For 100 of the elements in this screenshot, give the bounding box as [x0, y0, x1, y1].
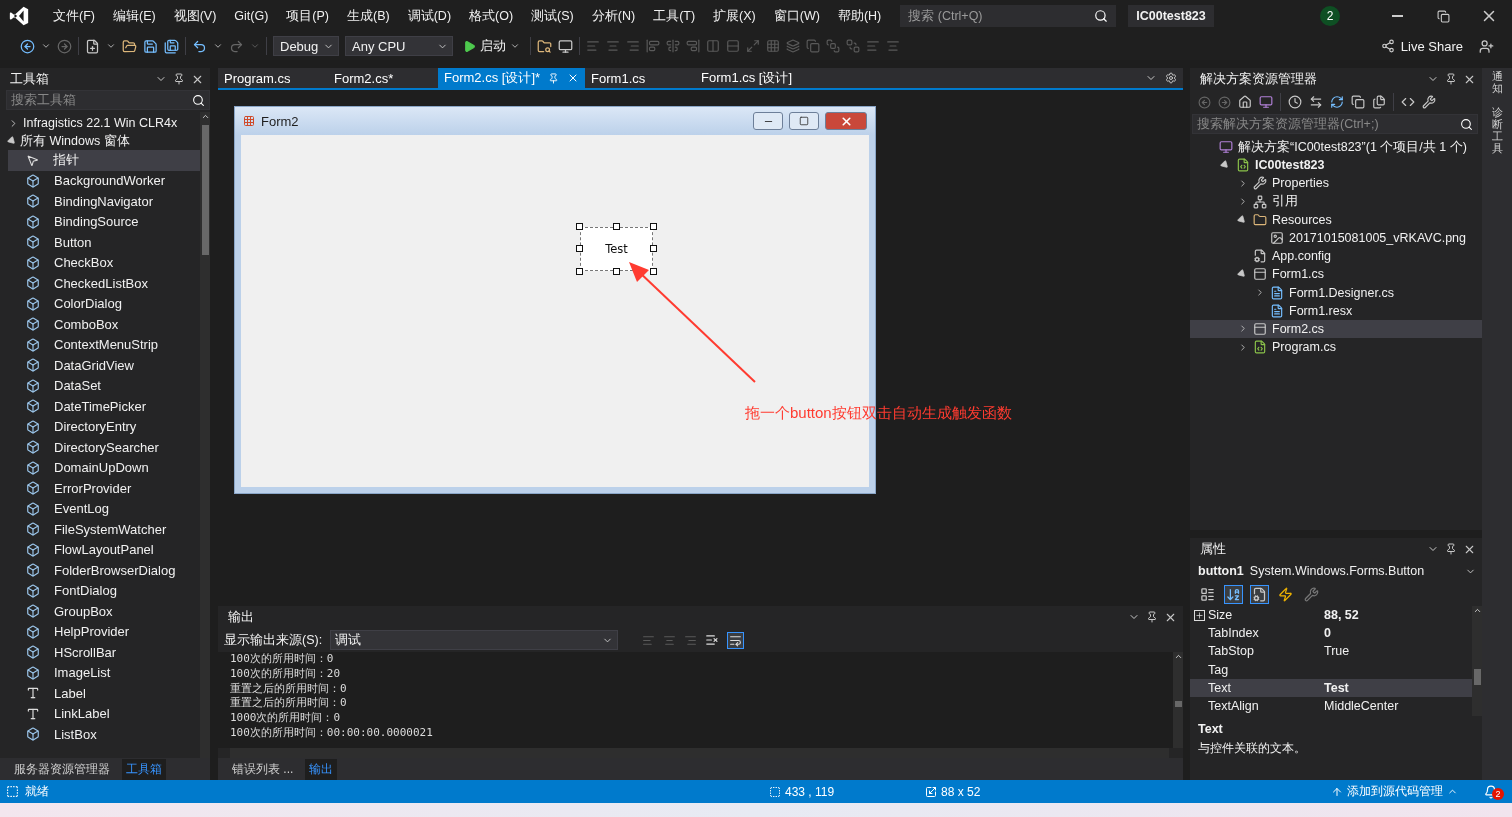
toolbox-item[interactable]: DirectorySearcher — [8, 437, 200, 458]
property-name[interactable]: TabStop — [1208, 644, 1324, 659]
tree-item[interactable]: Resources — [1190, 210, 1482, 229]
panel-tab[interactable]: 输出 — [305, 758, 338, 780]
property-value[interactable]: MiddleCenter — [1324, 699, 1472, 714]
editor-tab[interactable]: Form1.cs [设计] — [695, 68, 806, 88]
scroll-thumb[interactable] — [201, 125, 209, 255]
property-value[interactable]: 0 — [1324, 626, 1472, 641]
send-back-icon[interactable] — [846, 39, 860, 53]
word-wrap-button[interactable] — [727, 631, 745, 649]
search-field[interactable]: 搜索工具箱 — [6, 90, 210, 110]
caret-icon[interactable] — [106, 41, 116, 51]
toolbox-item[interactable]: BackgroundWorker — [8, 170, 200, 191]
toolbox-item[interactable]: ListBox — [8, 724, 200, 745]
resize-handle[interactable] — [650, 223, 657, 230]
menu-item[interactable]: 工具(T) — [644, 7, 705, 25]
test-button[interactable]: Test — [580, 227, 653, 271]
toolbox-item[interactable]: FlowLayoutPanel — [8, 539, 200, 560]
scroll-thumb[interactable] — [1174, 701, 1182, 707]
history-icon[interactable] — [1288, 95, 1302, 109]
toolbox-item[interactable]: BindingNavigator — [8, 191, 200, 212]
property-row[interactable]: TabStop True — [1190, 642, 1472, 661]
tree-item[interactable]: Program.cs — [1190, 338, 1482, 357]
toolbox-group[interactable]: 所有 Windows 窗体 — [8, 132, 200, 150]
menu-item[interactable]: 格式(O) — [460, 7, 523, 25]
refresh-icon[interactable] — [1330, 95, 1344, 109]
undo-icon[interactable] — [192, 38, 207, 54]
toolbox-item[interactable]: ComboBox — [8, 314, 200, 335]
redo-icon[interactable] — [229, 38, 244, 54]
property-value[interactable]: 88, 52 — [1324, 608, 1472, 623]
resize-handle[interactable] — [650, 245, 657, 252]
toolbox-item[interactable]: DataGridView — [8, 355, 200, 376]
property-row[interactable]: Tag — [1190, 660, 1472, 679]
property-name[interactable]: Text — [1208, 680, 1324, 695]
show-all-files-icon[interactable] — [1372, 95, 1386, 109]
toolbox-item[interactable]: GroupBox — [8, 601, 200, 622]
back-icon[interactable] — [20, 38, 35, 54]
resize-handle[interactable] — [613, 268, 620, 275]
tree-item[interactable]: Form1.resx — [1190, 301, 1482, 320]
code-icon[interactable] — [1401, 95, 1415, 109]
editor-tab[interactable]: Form1.cs — [585, 68, 696, 88]
side-tab[interactable]: 通知 — [1491, 70, 1503, 95]
collapse-all-icon[interactable] — [1351, 95, 1365, 109]
toolbox-item[interactable]: DataSet — [8, 375, 200, 396]
maximize-button[interactable] — [789, 112, 819, 130]
resize-handle[interactable] — [576, 223, 583, 230]
property-name[interactable]: Size — [1208, 608, 1324, 623]
property-value[interactable]: True — [1324, 644, 1472, 659]
tree-item[interactable]: 解决方案“IC00test823”(1 个项目/共 1 个) — [1190, 138, 1482, 157]
source-dropdown[interactable]: 调试 — [330, 630, 619, 650]
menu-item[interactable]: 扩展(X) — [704, 7, 765, 25]
tree-item[interactable]: Form2.cs — [1190, 319, 1482, 339]
property-row[interactable]: TextAlign MiddleCenter — [1190, 696, 1472, 716]
bell-icon[interactable] — [1484, 784, 1498, 799]
resize-handle[interactable] — [613, 223, 620, 230]
menu-item[interactable]: 文件(F) — [44, 7, 104, 25]
bring-front-icon[interactable] — [826, 39, 840, 53]
scroll-bar[interactable] — [1173, 652, 1183, 748]
toolbox-item[interactable]: CheckedListBox — [8, 273, 200, 294]
forward-icon[interactable] — [1218, 95, 1231, 109]
caret-icon[interactable] — [41, 41, 51, 51]
scroll-up-icon[interactable] — [1173, 652, 1183, 661]
folder-search-icon[interactable] — [537, 38, 552, 54]
save-icon[interactable] — [143, 38, 158, 54]
toolbox-item[interactable]: DateTimePicker — [8, 396, 200, 417]
search-field[interactable]: 搜索 (Ctrl+Q) — [900, 5, 1117, 27]
menu-item[interactable]: 编辑(E) — [103, 7, 165, 25]
property-name[interactable]: Tag — [1208, 662, 1324, 677]
wrench-icon[interactable] — [1422, 95, 1436, 109]
toolbox-item[interactable]: ImageList — [8, 662, 200, 683]
new-file-icon[interactable] — [85, 38, 100, 54]
tree-item[interactable]: Form1.Designer.cs — [1190, 283, 1482, 302]
menu-item[interactable]: 视图(V) — [164, 7, 226, 25]
property-row[interactable]: TabIndex 0 — [1190, 624, 1472, 643]
toolbox-item[interactable]: Label — [8, 683, 200, 704]
layers-icon[interactable] — [786, 39, 800, 53]
platform-dropdown[interactable]: Any CPU — [345, 36, 453, 56]
toolbox-item[interactable]: HScrollBar — [8, 642, 200, 663]
toolbox-item[interactable]: ErrorProvider — [8, 478, 200, 499]
toolbox-item[interactable]: Button — [8, 232, 200, 253]
collapsed-icon[interactable] — [1238, 177, 1248, 189]
switch-view-icon[interactable] — [1259, 95, 1273, 109]
pin-icon[interactable] — [173, 73, 185, 85]
search-field[interactable]: 搜索解决方案资源管理器(Ctrl+;) — [1192, 114, 1478, 134]
resize-handle[interactable] — [576, 245, 583, 252]
collapsed-icon[interactable] — [1238, 196, 1248, 208]
property-row[interactable]: Size 88, 52 — [1190, 606, 1472, 625]
pin-icon[interactable] — [1146, 611, 1158, 623]
expanded-icon[interactable] — [1236, 214, 1248, 226]
menu-item[interactable]: 窗口(W) — [764, 7, 829, 25]
editor-tab[interactable]: Form2.cs [设计]* — [438, 68, 586, 88]
save-all-icon[interactable] — [164, 38, 179, 54]
toolbox-item[interactable]: LinkLabel — [8, 703, 200, 724]
copy-icon[interactable] — [806, 39, 820, 53]
forward-icon[interactable] — [57, 38, 72, 54]
tree-item[interactable]: 引用 — [1190, 192, 1482, 211]
toolbox-item[interactable]: DirectoryEntry — [8, 416, 200, 437]
align-bottom-icon[interactable] — [686, 39, 700, 53]
collapsed-icon[interactable] — [1238, 323, 1248, 335]
pin-icon[interactable] — [1445, 543, 1457, 555]
